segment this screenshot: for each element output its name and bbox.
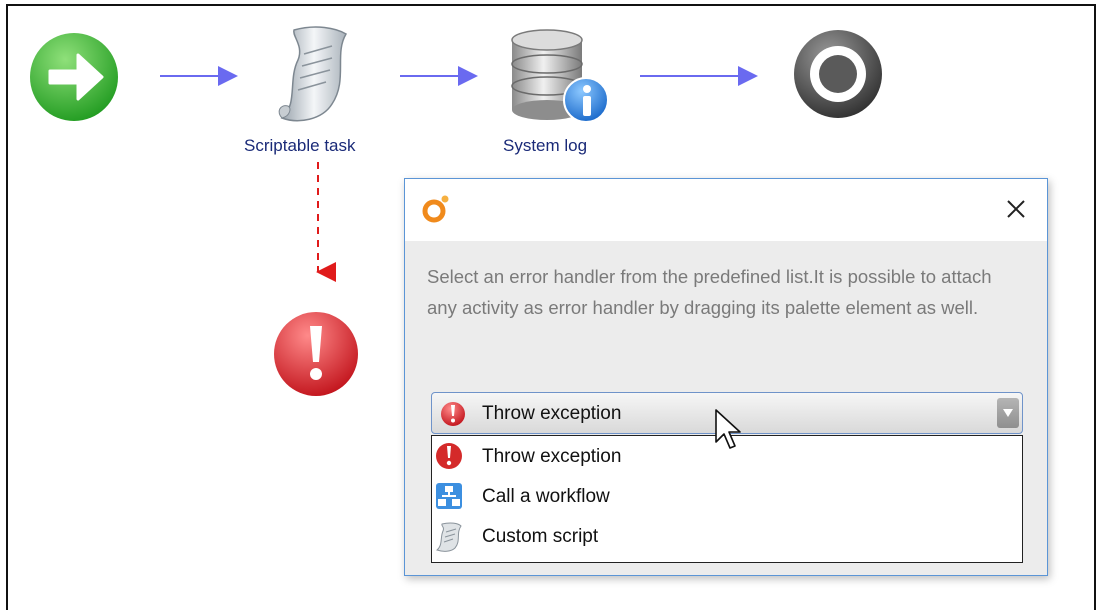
end-target-icon: [794, 30, 882, 118]
error-exclamation-icon: [434, 441, 464, 476]
mouse-cursor-icon: [714, 408, 742, 457]
scriptable-task-label: Scriptable task: [244, 136, 356, 155]
close-icon: [1007, 200, 1025, 218]
script-scroll-icon: [278, 26, 348, 122]
script-scroll-icon: [434, 521, 464, 558]
select-value: Throw exception: [482, 403, 622, 424]
option-label: Throw exception: [482, 446, 622, 467]
chevron-down-icon: [1003, 409, 1013, 417]
end-node[interactable]: [792, 28, 884, 125]
scriptable-task-node[interactable]: [276, 24, 350, 133]
error-exclamation-icon: [440, 401, 466, 432]
error-exclamation-icon: [274, 312, 358, 396]
start-node[interactable]: [28, 31, 120, 128]
option-custom-script[interactable]: Custom script: [432, 518, 1022, 556]
option-label: Custom script: [482, 526, 599, 547]
system-log-label: System log: [503, 136, 588, 155]
start-arrow-icon: [30, 33, 118, 121]
dialog-description: Select an error handler from the predefi…: [427, 266, 992, 318]
dropdown-arrow-button[interactable]: [997, 398, 1019, 428]
dialog-titlebar[interactable]: [405, 179, 1047, 241]
workflow-icon: [434, 481, 464, 516]
system-log-node[interactable]: [508, 26, 612, 131]
orchestrator-logo-icon: [421, 193, 451, 228]
error-handler-dialog: Select an error handler from the predefi…: [404, 178, 1048, 576]
close-button[interactable]: [999, 192, 1033, 226]
error-handler-node[interactable]: [272, 310, 360, 403]
option-label: Call a workflow: [482, 486, 610, 507]
database-info-icon: [511, 29, 609, 123]
option-call-workflow[interactable]: Call a workflow: [432, 478, 1022, 516]
